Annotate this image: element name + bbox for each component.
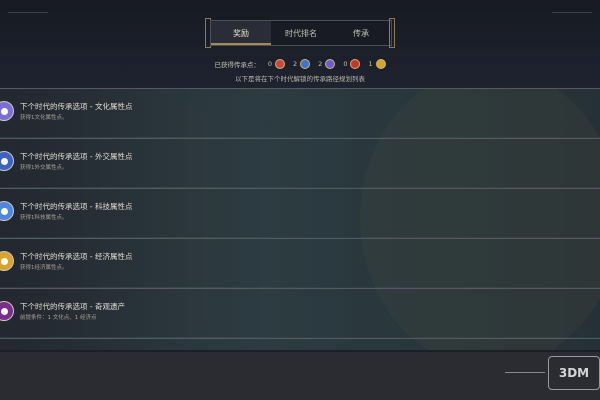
wonder-legacy-icon bbox=[0, 301, 14, 321]
economic-points: 1 bbox=[368, 59, 386, 69]
legacy-option-row[interactable]: 下个时代的传承选项 - 文化属性点 获得1文化属性点。 bbox=[0, 88, 600, 137]
military-points-value: 0 bbox=[343, 60, 348, 68]
legacy-option-description: 前提条件：1 文化点、1 经济点 bbox=[20, 315, 97, 321]
legacy-option-title: 下个时代的传承选项 - 外交属性点 bbox=[20, 152, 133, 161]
tab-bar: 奖励 时代排名 传承 bbox=[210, 20, 392, 46]
legacy-option-description: 获得1科技属性点。 bbox=[20, 215, 68, 221]
legacy-option-row[interactable]: 下个时代的传承选项 - 经济属性点 获得1经济属性点。 bbox=[0, 238, 600, 287]
legacy-option-row[interactable]: 下个时代的传承选项 - 科技属性点 获得1科技属性点。 bbox=[0, 188, 600, 237]
diplomacy-point-icon bbox=[300, 59, 311, 69]
legacy-option-title: 下个时代的传承选项 - 奇观遗产 bbox=[20, 302, 125, 311]
tab-bar-right-cap bbox=[389, 18, 395, 48]
legacy-option-title: 下个时代的传承选项 - 文化属性点 bbox=[20, 102, 133, 111]
bottom-bar bbox=[0, 352, 600, 400]
legacy-points-label: 已获得传承点： bbox=[214, 61, 260, 69]
culture-points: 0 bbox=[267, 59, 286, 69]
tab-rewards[interactable]: 奖励 bbox=[211, 21, 271, 45]
legacy-option-row[interactable]: 下个时代的传承选项 - 奇观遗产 前提条件：1 文化点、1 经济点 bbox=[0, 288, 600, 337]
legacy-points-summary: 已获得传承点： 0 2 2 0 1 bbox=[0, 59, 600, 69]
tab-legacy[interactable]: 传承 bbox=[331, 21, 391, 45]
military-point-icon bbox=[350, 59, 361, 69]
economic-point-icon bbox=[375, 59, 386, 69]
science-point-icon bbox=[325, 59, 336, 69]
watermark-logo: 3DM bbox=[548, 356, 600, 390]
legacy-option-description: 获得1经济属性点。 bbox=[20, 265, 68, 271]
diplomacy-points-value: 2 bbox=[293, 60, 298, 68]
science-points: 2 bbox=[318, 59, 336, 69]
legacy-option-title: 下个时代的传承选项 - 科技属性点 bbox=[20, 202, 133, 211]
tab-era-ranking[interactable]: 时代排名 bbox=[271, 21, 331, 45]
military-points: 0 bbox=[343, 59, 361, 69]
culture-point-icon bbox=[275, 59, 286, 69]
culture-attribute-icon bbox=[0, 101, 14, 121]
science-attribute-icon bbox=[0, 201, 14, 221]
legacy-option-description: 获得1外交属性点。 bbox=[20, 165, 68, 171]
corner-divider-left bbox=[8, 12, 48, 13]
science-points-value: 2 bbox=[318, 60, 323, 68]
legacy-option-description: 获得1文化属性点。 bbox=[20, 115, 68, 121]
legacy-option-row-partial[interactable] bbox=[0, 338, 600, 350]
corner-divider-right bbox=[552, 12, 592, 13]
economic-points-value: 1 bbox=[368, 60, 373, 68]
legacy-list-caption: 以下是将在下个时代解锁的传承路径规划列表 bbox=[235, 75, 365, 83]
culture-points-value: 0 bbox=[267, 60, 273, 68]
legacy-option-row[interactable]: 下个时代的传承选项 - 外交属性点 获得1外交属性点。 bbox=[0, 138, 600, 187]
diplomacy-attribute-icon bbox=[0, 151, 14, 171]
watermark-line bbox=[505, 372, 545, 373]
diplomacy-points: 2 bbox=[293, 59, 311, 69]
economic-attribute-icon bbox=[0, 251, 14, 271]
legacy-option-list: 下个时代的传承选项 - 文化属性点 获得1文化属性点。 下个时代的传承选项 - … bbox=[0, 88, 600, 350]
legacy-option-title: 下个时代的传承选项 - 经济属性点 bbox=[20, 252, 133, 261]
